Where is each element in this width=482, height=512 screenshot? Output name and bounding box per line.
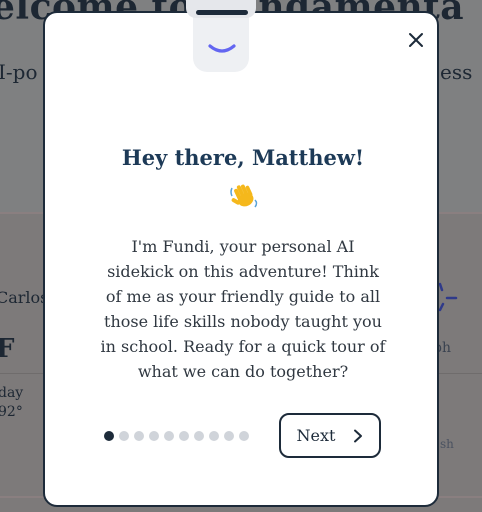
weather-temp-unit: F: [0, 334, 15, 364]
mascot-smile-icon: [208, 44, 236, 53]
step-dot[interactable]: [179, 430, 189, 441]
next-button[interactable]: Next: [279, 413, 381, 458]
step-indicator: [104, 430, 249, 441]
step-dot[interactable]: [194, 430, 204, 441]
hero-subtitle-left: I-po: [0, 60, 38, 84]
forecast-day: day: [0, 385, 24, 401]
step-dot[interactable]: [119, 430, 129, 441]
wind-gust: sh: [440, 437, 454, 451]
next-button-label: Next: [296, 426, 336, 445]
close-icon[interactable]: [404, 28, 428, 52]
modal-title: Hey there, Matthew!: [121, 145, 365, 170]
sun-icon: [438, 282, 458, 312]
step-dot[interactable]: [209, 430, 219, 441]
hero-subtitle-right: ess: [440, 60, 473, 84]
mascot-band: [186, 0, 256, 18]
waving-hand-icon: [230, 184, 258, 208]
weather-location: Carlos: [0, 288, 49, 307]
modal-body-text: I'm Fundi, your personal AI sidekick on …: [100, 237, 386, 381]
page: elcome to Fundamenta I-po ess Carlos F d…: [0, 0, 482, 512]
step-dot[interactable]: [134, 430, 144, 441]
chevron-right-icon: [354, 429, 363, 442]
step-dot-active[interactable]: [104, 430, 114, 441]
step-dot[interactable]: [239, 430, 249, 441]
forecast-high: 92°: [0, 404, 23, 420]
step-dot[interactable]: [149, 430, 159, 441]
mascot-visor: [196, 10, 248, 15]
step-dot[interactable]: [164, 430, 174, 441]
step-dot[interactable]: [224, 430, 234, 441]
